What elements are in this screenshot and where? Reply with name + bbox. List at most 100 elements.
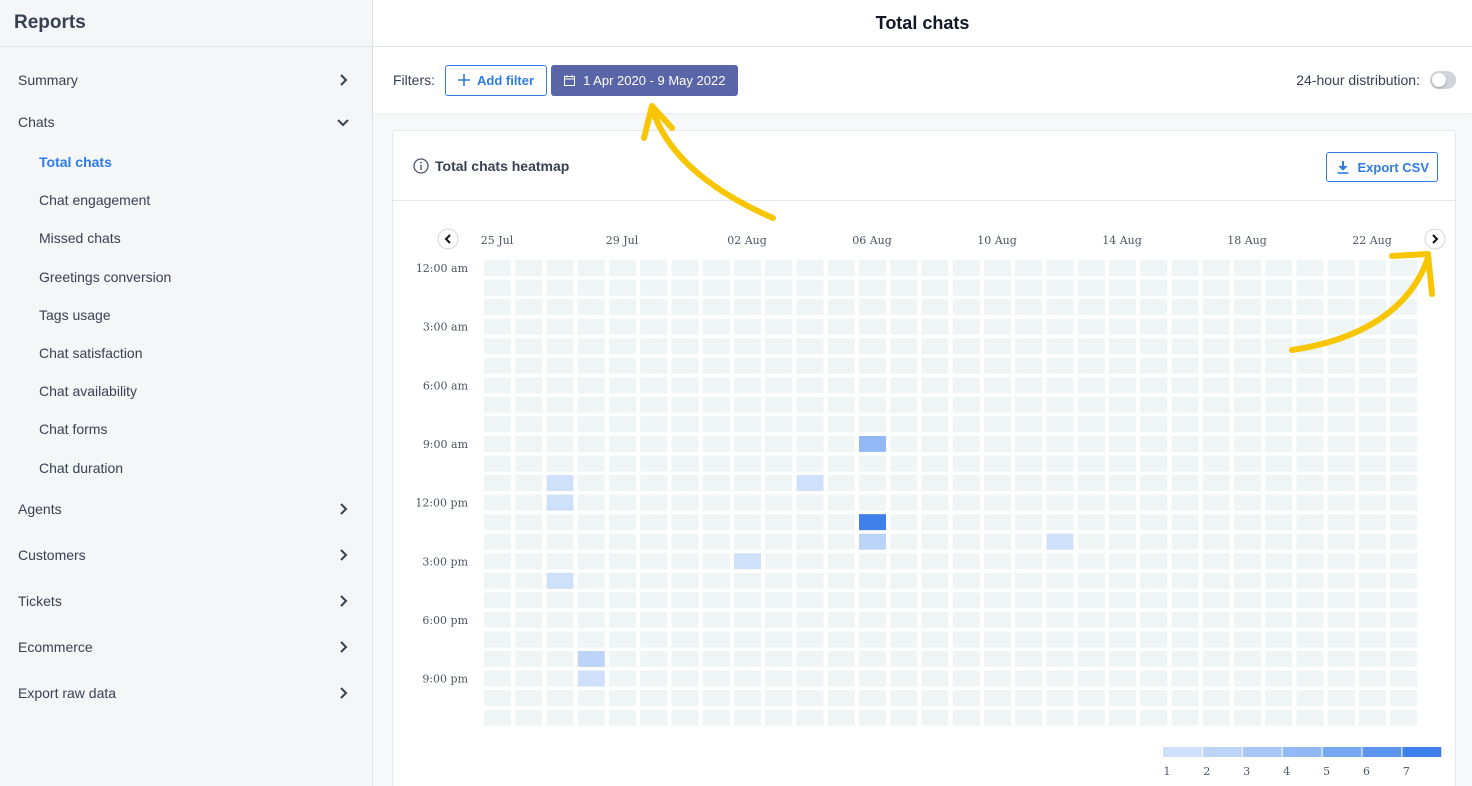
y-tick-label: 6:00 pm <box>422 614 468 627</box>
heatmap-cell <box>577 709 605 726</box>
heatmap-cell <box>1327 572 1355 589</box>
heatmap-cell <box>1390 299 1418 316</box>
heatmap-cell <box>577 396 605 413</box>
heatmap-cell <box>515 631 543 648</box>
heatmap-cell <box>1327 357 1355 374</box>
heatmap-cell <box>609 670 636 687</box>
heatmap-cell <box>1390 416 1418 433</box>
heatmap-cell <box>796 514 824 531</box>
heatmap-cell <box>1265 455 1293 472</box>
heatmap-cell <box>1015 709 1043 726</box>
distribution-toggle[interactable] <box>1430 71 1456 89</box>
heatmap-cell <box>1015 690 1043 707</box>
heatmap-cell <box>702 651 730 667</box>
heatmap-cell <box>1171 377 1199 394</box>
heatmap-cell <box>640 357 668 374</box>
heatmap-cell <box>1077 318 1105 335</box>
sidebar-item-tickets[interactable]: Tickets <box>0 578 372 624</box>
sidebar-item-chat-duration[interactable]: Chat duration <box>0 449 372 487</box>
sidebar-item-customers[interactable]: Customers <box>0 532 372 578</box>
heatmap-cell <box>1140 475 1168 492</box>
heatmap-cell <box>921 455 949 472</box>
sidebar-item-chat-engagement[interactable]: Chat engagement <box>0 181 372 219</box>
heatmap-cell <box>796 572 824 589</box>
x-axis-labels: 25 Jul 29 Jul 02 Aug 06 Aug 10 Aug 14 Aug 18 A… <box>481 234 1392 247</box>
sidebar-item-summary[interactable]: Summary <box>0 59 372 101</box>
heatmap-cell <box>609 299 636 316</box>
heatmap-cell <box>1046 592 1074 609</box>
next-period-button[interactable] <box>1424 228 1446 250</box>
heatmap-cell <box>640 553 668 570</box>
heatmap-cell <box>859 611 886 628</box>
heatmap-cell <box>1202 553 1230 570</box>
heatmap-cell <box>1140 611 1168 628</box>
sidebar-item-chat-forms[interactable]: Chat forms <box>0 410 372 448</box>
heatmap-cell <box>1140 299 1168 316</box>
y-tick-label: 12:00 am <box>416 262 469 275</box>
heatmap-cell <box>1077 611 1105 628</box>
heatmap-cell <box>1140 651 1168 667</box>
sidebar-item-total-chats[interactable]: Total chats <box>0 143 372 181</box>
heatmap-cell <box>827 396 855 413</box>
heatmap-cell <box>1234 709 1261 726</box>
sidebar-item-agents[interactable]: Agents <box>0 487 372 532</box>
heatmap-cell <box>546 357 574 374</box>
heatmap-cell <box>796 396 824 413</box>
heatmap-cell <box>671 494 699 511</box>
legend-label: 6 <box>1363 765 1370 778</box>
heatmap-cell <box>952 435 980 452</box>
heatmap-cell <box>1140 592 1168 609</box>
heatmap-cell <box>827 299 855 316</box>
heatmap-cell <box>577 475 605 492</box>
sidebar-item-chat-satisfaction[interactable]: Chat satisfaction <box>0 334 372 372</box>
heatmap-cell <box>984 553 1011 570</box>
heatmap-cell <box>796 651 824 667</box>
heatmap-cell <box>1359 260 1386 276</box>
heatmap-cell <box>1171 670 1199 687</box>
info-icon[interactable] <box>413 157 429 174</box>
heatmap-cell <box>609 611 636 628</box>
sidebar-item-missed-chats[interactable]: Missed chats <box>0 219 372 257</box>
heatmap-cell <box>984 455 1011 472</box>
heatmap-cell <box>734 455 761 472</box>
heatmap-cell <box>984 533 1011 550</box>
heatmap-cell <box>827 553 855 570</box>
heatmap-cell <box>1046 338 1074 355</box>
heatmap-cell <box>734 514 761 531</box>
heatmap-cell <box>546 318 574 335</box>
sidebar-item-greetings-conversion[interactable]: Greetings conversion <box>0 258 372 296</box>
heatmap-cell <box>546 709 574 726</box>
heatmap-cell <box>546 651 574 667</box>
heatmap-cell <box>1296 572 1324 589</box>
sidebar-item-export-raw-data[interactable]: Export raw data <box>0 670 372 716</box>
date-range-button[interactable]: 1 Apr 2020 - 9 May 2022 <box>551 64 739 96</box>
heatmap-cell <box>921 709 949 726</box>
heatmap-cell <box>1015 416 1043 433</box>
sidebar-item-label: Tickets <box>18 592 62 609</box>
heatmap-cell <box>1265 299 1293 316</box>
sidebar-item-chats[interactable]: Chats <box>0 101 372 143</box>
heatmap-cell <box>1359 709 1386 726</box>
heatmap-cell <box>921 611 949 628</box>
heatmap-cell <box>1109 260 1136 276</box>
filters-bar: Filters: Add filter 1 Apr 2020 - 9 May 2… <box>373 47 1472 113</box>
add-filter-button[interactable]: Add filter <box>445 64 548 96</box>
sidebar-item-tags-usage[interactable]: Tags usage <box>0 296 372 334</box>
date-range-label: 1 Apr 2020 - 9 May 2022 <box>583 72 726 88</box>
sidebar-item-ecommerce[interactable]: Ecommerce <box>0 624 372 670</box>
heatmap-cell <box>1109 651 1136 667</box>
sidebar-item-chat-availability[interactable]: Chat availability <box>0 372 372 410</box>
heatmap-cell <box>827 670 855 687</box>
heatmap-cell <box>734 279 761 296</box>
heatmap-cell <box>1171 611 1199 628</box>
heatmap-cell <box>609 475 636 492</box>
export-csv-button[interactable]: Export CSV <box>1326 152 1438 182</box>
heatmap-cell <box>1077 690 1105 707</box>
heatmap-cell <box>796 592 824 609</box>
heatmap-cell <box>1140 318 1168 335</box>
previous-period-button[interactable] <box>437 228 459 250</box>
heatmap-cell <box>1390 377 1418 394</box>
heatmap-cell <box>1015 494 1043 511</box>
legend-label: 4 <box>1283 765 1290 778</box>
heatmap-cell <box>1171 475 1199 492</box>
